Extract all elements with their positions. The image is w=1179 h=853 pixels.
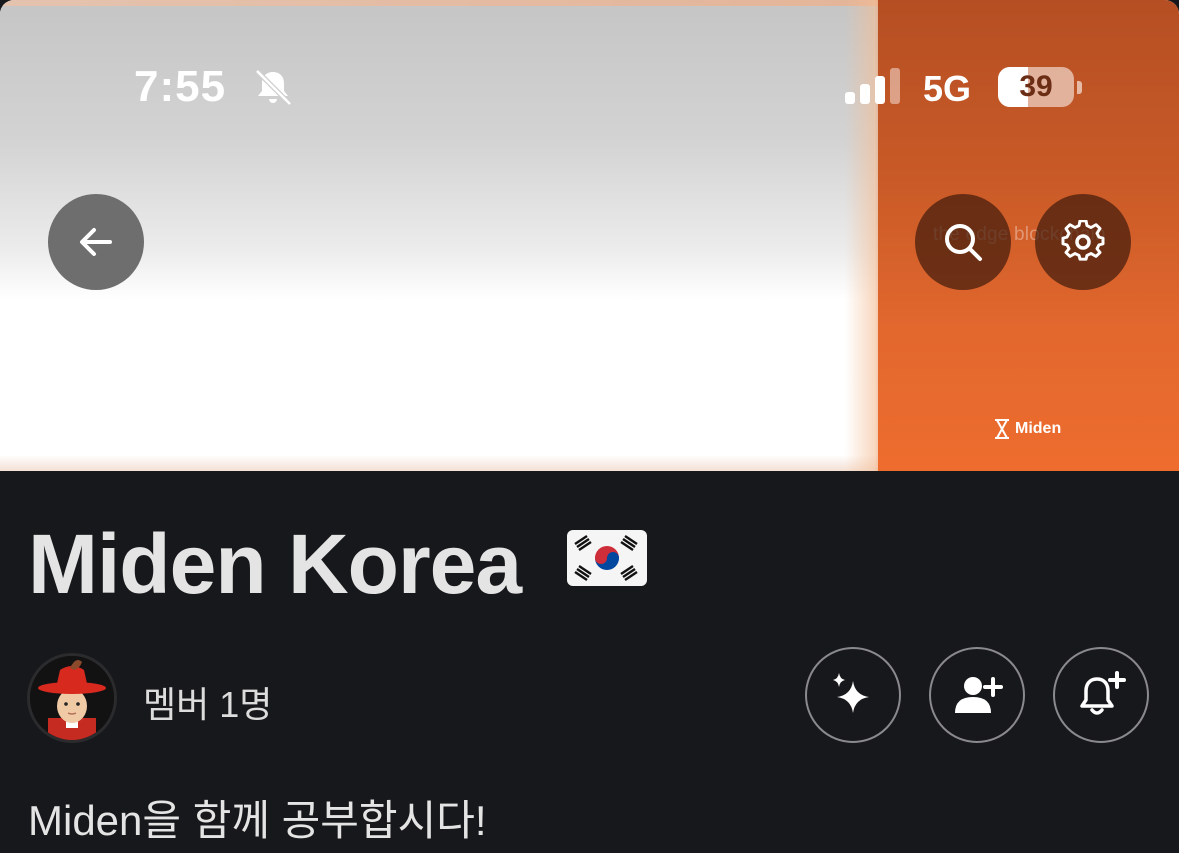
notifications-button[interactable] (1053, 647, 1149, 743)
south-korea-flag-icon (567, 530, 647, 586)
gear-icon (1061, 220, 1105, 261)
battery-nub (1077, 81, 1082, 94)
banner-edge (0, 0, 880, 6)
search-icon (945, 224, 982, 261)
add-person-icon (955, 677, 1003, 713)
member-count[interactable]: 멤버 1명 (143, 676, 272, 728)
brand-text: Miden (1015, 420, 1062, 437)
battery-level: 39 (1019, 70, 1053, 103)
community-title: Miden Korea (28, 517, 522, 611)
member-avatar[interactable] (27, 653, 117, 743)
miden-logo-icon (995, 419, 1009, 439)
sparkles-icon (833, 673, 869, 713)
bell-plus-icon (1080, 671, 1126, 715)
cellular-signal-icon (845, 68, 900, 104)
invite-member-button[interactable] (929, 647, 1025, 743)
back-button[interactable] (48, 194, 144, 290)
arrow-left-icon (80, 228, 112, 256)
miden-logo: Miden (993, 418, 1061, 440)
bell-slash-icon (255, 69, 292, 106)
settings-button[interactable] (1035, 194, 1131, 290)
ai-summary-button[interactable] (805, 647, 901, 743)
network-type: 5G (923, 68, 972, 109)
status-time: 7:55 (134, 62, 227, 111)
community-description: Miden을 함께 공부합시다! (28, 797, 487, 844)
battery-indicator: 39 (998, 67, 1074, 107)
search-button[interactable] (915, 194, 1011, 290)
avatar-image (30, 656, 114, 740)
